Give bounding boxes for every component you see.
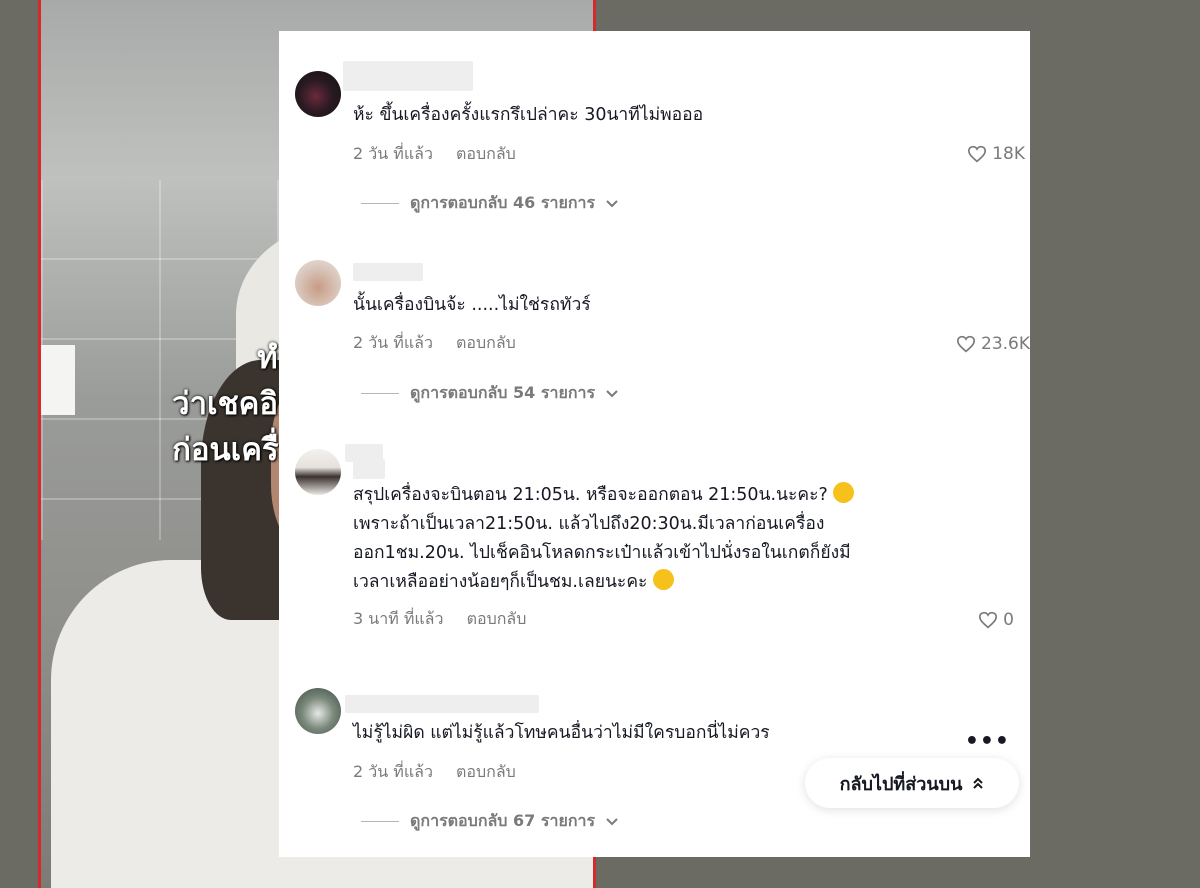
comment-text-line: เพราะถ้าเป็นเวลา21:50น. แล้วไปถึง20:30น.…	[353, 514, 825, 534]
reply-button[interactable]: ตอบกลับ	[456, 333, 516, 352]
username-redacted[interactable]	[343, 61, 473, 91]
chevron-down-icon	[606, 389, 618, 397]
comment-text-line: ไม่รู้ไม่ผิด แต่ไม่รู้แล้วโทษคนอื่นว่าไม…	[353, 723, 770, 743]
avatar[interactable]	[295, 449, 341, 495]
divider-line	[361, 821, 399, 822]
like-button[interactable]: 18K	[967, 144, 1025, 164]
avatar[interactable]	[295, 688, 341, 734]
avatar[interactable]	[295, 71, 341, 117]
heart-icon	[956, 335, 976, 353]
sweat-smile-emoji-icon	[833, 482, 855, 503]
double-chevron-up-icon	[973, 777, 984, 789]
view-replies-button[interactable]: ดูการตอบกลับ 67 รายการ	[361, 809, 619, 834]
heart-icon	[979, 611, 998, 629]
like-count: 23.6K	[981, 334, 1030, 354]
thinking-emoji-icon	[653, 569, 675, 590]
chevron-down-icon	[606, 199, 618, 207]
divider-line	[361, 203, 399, 204]
comment-text-line: นั้นเครื่องบินจ้ะ .....ไม่ใช่รถทัวร์	[353, 295, 591, 315]
view-replies-label: ดูการตอบกลับ 54 รายการ	[410, 383, 596, 402]
avatar[interactable]	[295, 260, 341, 306]
comment-text: นั้นเครื่องบินจ้ะ .....ไม่ใช่รถทัวร์	[353, 291, 591, 320]
view-replies-label: ดูการตอบกลับ 67 รายการ	[410, 811, 596, 830]
username-redacted[interactable]	[353, 459, 385, 479]
comment-time: 2 วัน ที่แล้ว	[353, 333, 433, 352]
comment-text-line: สรุปเครื่องจะบินตอน 21:05น. หรือจะออกตอน…	[353, 481, 855, 510]
view-replies-button[interactable]: ดูการตอบกลับ 54 รายการ	[361, 381, 619, 406]
reply-button[interactable]: ตอบกลับ	[456, 144, 516, 163]
username-redacted[interactable]	[345, 695, 539, 713]
chevron-down-icon	[606, 817, 618, 825]
like-count: 0	[1003, 610, 1014, 630]
comment-text: ไม่รู้ไม่ผิด แต่ไม่รู้แล้วโทษคนอื่นว่าไม…	[353, 719, 770, 748]
view-replies-button[interactable]: ดูการตอบกลับ 46 รายการ	[361, 191, 619, 216]
like-button[interactable]: 23.6K	[956, 334, 1030, 354]
ceiling-light	[41, 345, 75, 415]
like-button[interactable]: 0	[978, 610, 1014, 630]
comment-text-segment: เวลาเหลืออย่างน้อยๆก็เป็นชม.เลยนะคะ	[353, 572, 648, 592]
comment-text-segment: สรุปเครื่องจะบินตอน 21:05น. หรือจะออกตอน…	[353, 485, 828, 505]
comment-time: 2 วัน ที่แล้ว	[353, 144, 433, 163]
comment-text: ห้ะ ขึ้นเครื่องครั้งแรกรึเปล่าคะ 30นาทีไ…	[353, 101, 703, 130]
comment-meta: 2 วัน ที่แล้ว ตอบกลับ	[353, 142, 516, 167]
reply-button[interactable]: ตอบกลับ	[467, 609, 527, 628]
back-to-top-label: กลับไปที่ส่วนบน	[839, 773, 963, 795]
more-options-icon[interactable]: •••	[965, 729, 1010, 754]
like-count: 18K	[992, 144, 1025, 164]
comment-time: 3 นาที ที่แล้ว	[353, 609, 444, 628]
comments-panel: ห้ะ ขึ้นเครื่องครั้งแรกรึเปล่าคะ 30นาทีไ…	[279, 31, 1030, 857]
comment-meta: 2 วัน ที่แล้ว ตอบกลับ	[353, 331, 516, 356]
comment-text-line: เวลาเหลืออย่างน้อยๆก็เป็นชม.เลยนะคะ	[353, 568, 854, 597]
view-replies-label: ดูการตอบกลับ 46 รายการ	[410, 193, 596, 212]
reply-button[interactable]: ตอบกลับ	[456, 762, 516, 781]
comment-time: 2 วัน ที่แล้ว	[353, 762, 433, 781]
username-redacted[interactable]	[353, 263, 423, 281]
back-to-top-button[interactable]: กลับไปที่ส่วนบน	[805, 758, 1019, 808]
comment-meta: 2 วัน ที่แล้ว ตอบกลับ	[353, 760, 516, 785]
comment-text: สรุปเครื่องจะบินตอน 21:05น. หรือจะออกตอน…	[353, 481, 855, 597]
comment-text-line: ห้ะ ขึ้นเครื่องครั้งแรกรึเปล่าคะ 30นาทีไ…	[353, 105, 704, 125]
comment-text-line: ออก1ชม.20น. ไปเช็คอินโหลดกระเป๋าแล้วเข้า…	[353, 543, 851, 563]
heart-icon	[968, 145, 987, 163]
divider-line	[361, 393, 399, 394]
comment-meta: 3 นาที ที่แล้ว ตอบกลับ	[353, 607, 526, 632]
